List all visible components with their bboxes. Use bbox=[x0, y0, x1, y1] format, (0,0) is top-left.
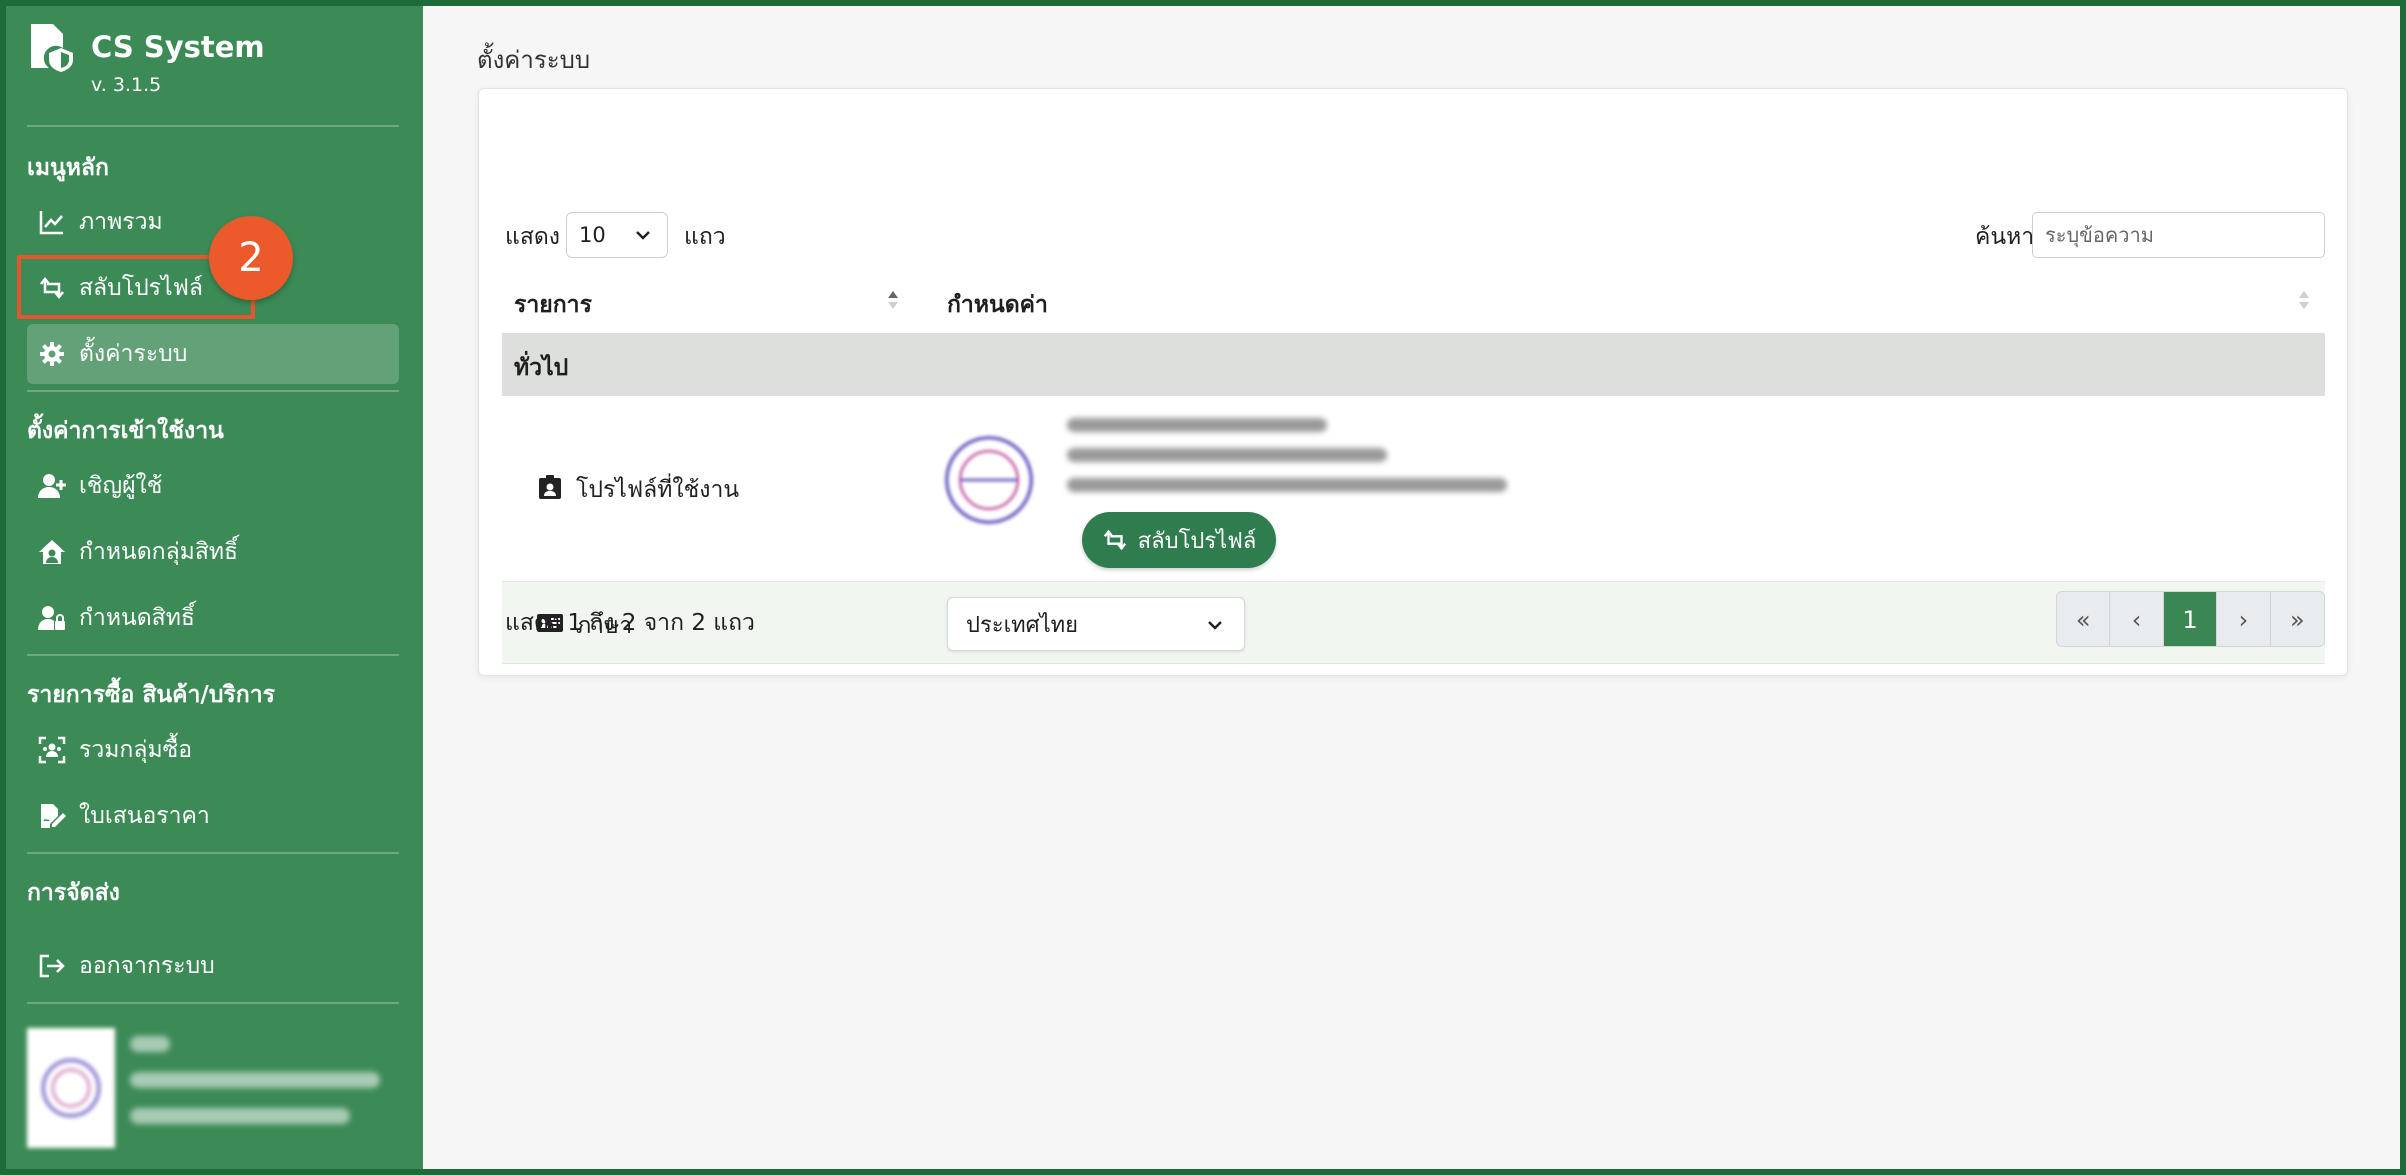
profile-info-blurred bbox=[1067, 418, 1507, 508]
sidebar-divider bbox=[27, 125, 399, 127]
sidebar-item-label: กำหนดสิทธิ์ bbox=[79, 605, 195, 631]
sidebar-item-quotation[interactable]: ใบเสนอราคา bbox=[27, 786, 399, 846]
step-badge: 2 bbox=[209, 216, 293, 300]
sort-both-icon[interactable] bbox=[2297, 287, 2311, 313]
sidebar-divider bbox=[27, 852, 399, 854]
sidebar-item-invite-user[interactable]: เชิญผู้ใช้ bbox=[27, 456, 399, 516]
table-row: ภาษา ประเทศไทย bbox=[502, 582, 2325, 664]
user-info-blurred bbox=[130, 1036, 380, 1144]
section-shipping: การจัดส่ง bbox=[27, 880, 120, 906]
settings-table-card: แสดง 10 แถว ค้นหา: รายการ กำหนดค่า ทั่วไ… bbox=[478, 88, 2348, 676]
sidebar-item-label: รวมกลุ่มซื้อ bbox=[79, 737, 193, 763]
page-prev-button[interactable]: ‹ bbox=[2110, 592, 2164, 646]
sidebar: CS System v. 3.1.5 เมนูหลัก ภาพรวม สลับโ… bbox=[0, 0, 423, 1175]
switch-profile-label: สลับโปรไฟล์ bbox=[1137, 527, 1257, 553]
main-content: ตั้งค่าระบบ แสดง 10 แถว ค้นหา: รายการ กำ… bbox=[423, 0, 2406, 1175]
search-input[interactable] bbox=[2032, 212, 2325, 258]
language-select[interactable]: ประเทศไทย bbox=[947, 597, 1245, 651]
chevron-down-icon bbox=[633, 225, 653, 245]
chevron-down-icon bbox=[1204, 614, 1226, 636]
language-value: ประเทศไทย bbox=[966, 612, 1079, 638]
sidebar-item-label: ออกจากระบบ bbox=[79, 953, 215, 979]
sidebar-divider bbox=[27, 654, 399, 656]
page-1-button[interactable]: 1 bbox=[2163, 592, 2218, 646]
swap-icon bbox=[1103, 529, 1126, 551]
user-profile-card[interactable] bbox=[27, 1028, 407, 1153]
sort-asc-icon[interactable] bbox=[886, 287, 900, 313]
section-access-settings: ตั้งค่าการเข้าใช้งาน bbox=[27, 418, 224, 444]
sidebar-divider bbox=[27, 1002, 399, 1004]
switch-profile-button[interactable]: สลับโปรไฟล์ bbox=[1082, 512, 1276, 568]
company-logo bbox=[935, 426, 1043, 534]
sidebar-divider bbox=[27, 390, 399, 392]
table-group-row: ทั่วไป bbox=[502, 333, 2325, 396]
section-purchases: รายการซื้อ สินค้า/บริการ bbox=[27, 682, 275, 708]
row-label: โปรไฟล์ที่ใช้งาน bbox=[576, 477, 740, 503]
page-length-value: 10 bbox=[579, 223, 606, 247]
file-signature-icon bbox=[37, 801, 67, 831]
sidebar-item-label: เชิญผู้ใช้ bbox=[79, 473, 163, 499]
sidebar-item-label: ภาพรวม bbox=[79, 209, 163, 235]
logout-icon bbox=[37, 951, 67, 981]
sidebar-item-group-purchase[interactable]: รวมกลุ่มซื้อ bbox=[27, 720, 399, 780]
page-title: ตั้งค่าระบบ bbox=[477, 46, 591, 74]
avatar bbox=[27, 1028, 115, 1148]
group-label: ทั่วไป bbox=[514, 355, 569, 381]
app-title: CS System bbox=[91, 30, 265, 64]
sidebar-item-label: กำหนดกลุ่มสิทธิ์ bbox=[79, 539, 239, 565]
page-length-select[interactable]: 10 bbox=[566, 212, 668, 258]
length-label: แสดง bbox=[505, 224, 561, 250]
id-badge-icon bbox=[536, 473, 576, 507]
sidebar-item-logout[interactable]: ออกจากระบบ bbox=[27, 936, 399, 996]
app-version: v. 3.1.5 bbox=[91, 74, 162, 96]
table-row: โปรไฟล์ที่ใช้งาน สลับโปรไฟล์ bbox=[502, 396, 2325, 582]
document-shield-icon bbox=[27, 22, 77, 72]
column-header-value[interactable]: กำหนดค่า bbox=[947, 287, 1048, 323]
chart-line-icon bbox=[37, 207, 67, 237]
gear-icon bbox=[37, 339, 67, 369]
row-label-cell: โปรไฟล์ที่ใช้งาน bbox=[536, 472, 739, 508]
user-plus-icon bbox=[37, 471, 67, 501]
sidebar-item-system-settings[interactable]: ตั้งค่าระบบ bbox=[27, 324, 399, 384]
sidebar-item-label: ใบเสนอราคา bbox=[79, 803, 210, 829]
page-first-button[interactable]: « bbox=[2057, 592, 2111, 646]
pagination: « ‹ 1 › » bbox=[2056, 591, 2325, 647]
sidebar-item-permission-groups[interactable]: กำหนดกลุ่มสิทธิ์ bbox=[27, 522, 399, 582]
sidebar-item-permissions[interactable]: กำหนดสิทธิ์ bbox=[27, 588, 399, 648]
length-suffix: แถว bbox=[684, 224, 726, 250]
page-last-button[interactable]: » bbox=[2271, 592, 2324, 646]
column-header-item[interactable]: รายการ bbox=[514, 287, 592, 323]
page-next-button[interactable]: › bbox=[2217, 592, 2271, 646]
group-icon bbox=[37, 735, 67, 765]
user-lock-icon bbox=[37, 603, 67, 633]
section-main-menu: เมนูหลัก bbox=[27, 155, 109, 181]
table-info: แสดง 1 ถึง 2 จาก 2 แถว bbox=[505, 610, 755, 636]
house-user-icon bbox=[37, 537, 67, 567]
sidebar-item-label: ตั้งค่าระบบ bbox=[79, 341, 188, 367]
